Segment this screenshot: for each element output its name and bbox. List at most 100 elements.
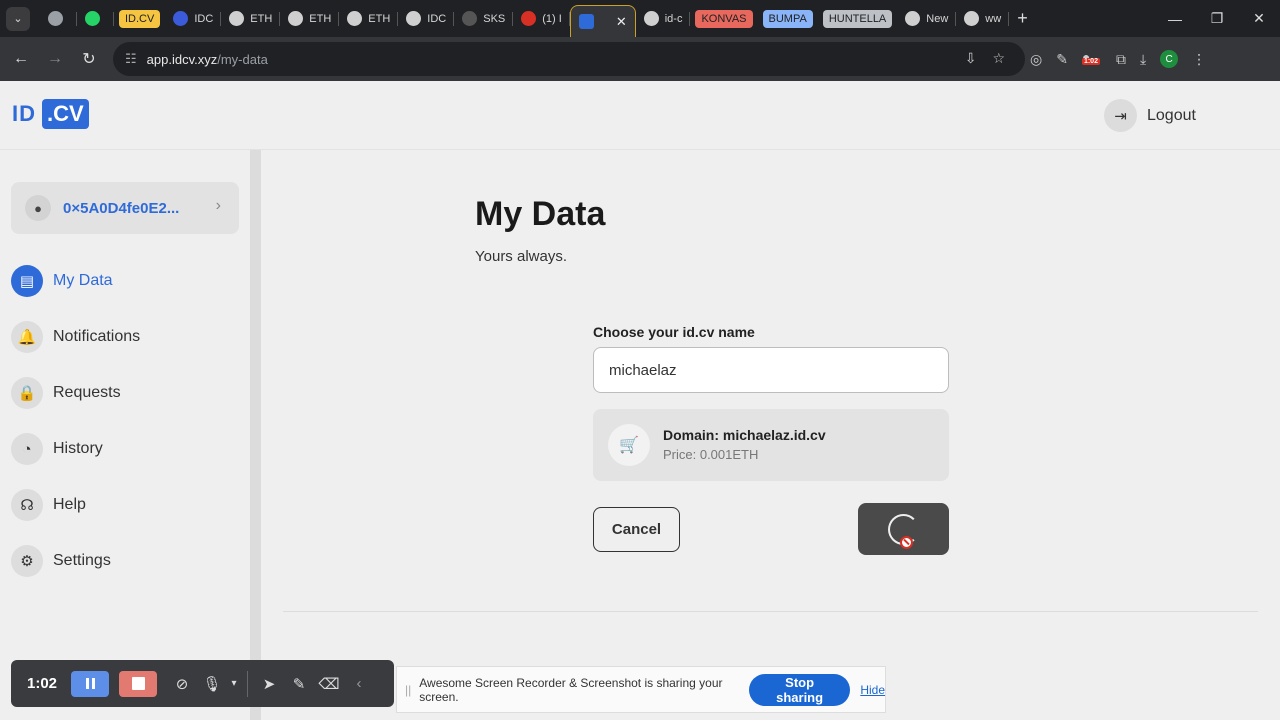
tabs-item-0[interactable] (40, 4, 77, 33)
globe-icon (964, 11, 980, 26)
tabs-item-3[interactable]: IDC (165, 4, 222, 33)
sidebar-item-my-data[interactable]: ▤ My Data (11, 265, 113, 297)
idcv-logo[interactable]: ID .CV (12, 99, 89, 129)
eth-icon (288, 11, 304, 26)
wallet-address: 0×5A0D4fe0E2... (63, 199, 180, 217)
eth-icon (229, 11, 245, 26)
sidebar-item-label: Help (53, 496, 86, 513)
tab-label: SKS (483, 12, 506, 25)
tab-label: IDC (194, 12, 214, 25)
tabs_after-item-0[interactable]: id-c (636, 4, 691, 33)
collapse-chevron-icon[interactable]: ‹ (344, 675, 374, 692)
bookmark-star-icon[interactable]: ☆ (992, 50, 1005, 67)
chevron-right-icon: › (215, 197, 221, 214)
browser-menu-icon[interactable]: ⋮ (1192, 51, 1206, 68)
stop-sharing-button[interactable]: Stop sharing (748, 673, 851, 706)
lock-icon: 🔒 (11, 377, 43, 409)
extensions-puzzle-icon[interactable]: ⧉ (1116, 51, 1126, 68)
close-tab-icon[interactable]: ✕ (616, 14, 627, 30)
downloads-icon[interactable]: ⤓ (1140, 51, 1146, 68)
restore-icon[interactable]: ❐ (1196, 10, 1238, 27)
history-icon: ◔ (11, 433, 43, 465)
browser-tab-bar: ⌄ ID.CV IDC ETH ETH ETH IDC SKS (1) I ✕ id-c KON… (0, 0, 1280, 37)
recorder-toolbar: 1:02 ⊘ 🎙 ▾ ➤ ✎ ⌫ ‹ (11, 660, 394, 707)
camera-off-icon[interactable]: ⊘ (167, 675, 197, 693)
openai-icon (48, 11, 63, 26)
eraser-tool-icon[interactable]: ⌫ (314, 675, 344, 693)
tabs-item-6[interactable]: ETH (339, 4, 399, 33)
cancel-button[interactable]: Cancel (593, 507, 680, 552)
minimize-icon[interactable]: — (1154, 11, 1196, 27)
tabs-item-9[interactable]: (1) I (513, 4, 570, 33)
new-tab-button[interactable]: + (1017, 8, 1028, 29)
buy-button-loading[interactable] (858, 503, 949, 555)
tabs_after-item-4[interactable]: New (897, 4, 957, 33)
document-icon: ▤ (11, 265, 43, 297)
idc-icon (173, 11, 189, 26)
screen-recorder-extension-icon[interactable]: ● 1:02 (1081, 49, 1102, 69)
forward-icon[interactable]: → (38, 50, 72, 68)
screen-sharing-bar: || Awesome Screen Recorder & Screenshot … (396, 666, 886, 713)
recording-timer: 1:02 (27, 675, 58, 692)
sidebar-item-history[interactable]: ◔ History (11, 433, 103, 465)
mic-dropdown-icon[interactable]: ▾ (227, 678, 241, 689)
profile-avatar[interactable]: C (1160, 50, 1179, 68)
tabs-item-5[interactable]: ETH (280, 4, 340, 33)
tabs-item-8[interactable]: SKS (454, 4, 514, 33)
address-bar[interactable]: ☷ app.idcv.xyz/my-data ⇩ ☆ (113, 42, 1025, 76)
name-field-label: Choose your id.cv name (593, 324, 755, 340)
sharing-message: Awesome Screen Recorder & Screenshot is … (419, 675, 723, 704)
hide-sharing-bar-link[interactable]: Hide (860, 683, 885, 697)
cursor-tool-icon[interactable]: ➤ (254, 675, 284, 693)
close-window-icon[interactable]: ✕ (1238, 10, 1280, 27)
tab-search-button[interactable]: ⌄ (6, 6, 30, 31)
gear-icon: ⚙ (11, 545, 43, 577)
bell-icon: 🔔 (11, 321, 43, 353)
sidebar-item-label: History (53, 440, 103, 457)
eth-icon (347, 11, 363, 26)
notify-icon (521, 11, 537, 26)
idcv-name-input[interactable] (593, 347, 949, 393)
tabs_after-group-chip-3[interactable]: HUNTELLA (822, 9, 893, 28)
sidebar-item-help[interactable]: ☊ Help (11, 489, 86, 521)
microphone-icon[interactable]: 🎙 (197, 675, 227, 693)
whatsapp-icon (85, 11, 100, 26)
page-subtitle: Yours always. (475, 248, 567, 265)
tabs-item-1[interactable] (77, 4, 114, 33)
reload-icon[interactable]: ↻ (72, 49, 106, 69)
pause-recording-button[interactable] (71, 670, 110, 697)
sidebar-item-settings[interactable]: ⚙ Settings (11, 545, 111, 577)
tabs-group-chip-2[interactable]: ID.CV (119, 9, 161, 28)
tabs_after-item-5[interactable]: ww (956, 4, 1010, 33)
domain-price: Price: 0.001ETH (663, 447, 759, 462)
tabs-item-4[interactable]: ETH (221, 4, 281, 33)
back-icon[interactable]: ← (4, 50, 38, 68)
stop-recording-button[interactable] (119, 670, 158, 697)
site-info-icon[interactable]: ☷ (125, 51, 137, 67)
extension-pen-icon[interactable]: ✎ (1056, 51, 1068, 68)
domain-card: 🛒 Domain: michaelaz.id.cv Price: 0.001ET… (593, 409, 949, 481)
wallet-address-card[interactable]: ● 0×5A0D4fe0E2... › (11, 182, 239, 234)
footer-divider (283, 611, 1258, 612)
tabs_after-group-chip-2[interactable]: BUMPA (762, 9, 813, 28)
sidebar-item-label: Notifications (53, 328, 141, 345)
logo-cv-text: .CV (42, 99, 89, 129)
tabs-item-7[interactable]: IDC (398, 4, 455, 33)
tab-label: IDC (427, 12, 447, 25)
tab-label: ww (985, 12, 1002, 25)
install-app-icon[interactable]: ⇩ (965, 50, 977, 67)
tab-label: ETH (250, 12, 273, 25)
pen-tool-icon[interactable]: ✎ (284, 675, 314, 693)
main-content: My Data Yours always. Choose your id.cv … (261, 150, 1280, 720)
sidebar-item-requests[interactable]: 🔒 Requests (11, 377, 121, 409)
window-controls: — ❐ ✕ (1154, 0, 1280, 37)
extension-target-icon[interactable]: ◎ (1030, 51, 1042, 68)
url-host: app.idcv.xyz (146, 51, 218, 67)
extensions-area: ◎ ✎ ● 1:02 ⧉ ⤓ C ⋮ (1030, 49, 1206, 69)
tabs_after-group-chip-1[interactable]: KONVAS (695, 9, 753, 28)
sidebar-item-notifications[interactable]: 🔔 Notifications (11, 321, 140, 353)
logout-button[interactable]: ⇥ Logout (1104, 99, 1196, 132)
active-tab[interactable]: ✕ (569, 5, 636, 37)
recorder-divider (247, 670, 249, 697)
drag-handle-icon[interactable]: || (405, 683, 411, 697)
